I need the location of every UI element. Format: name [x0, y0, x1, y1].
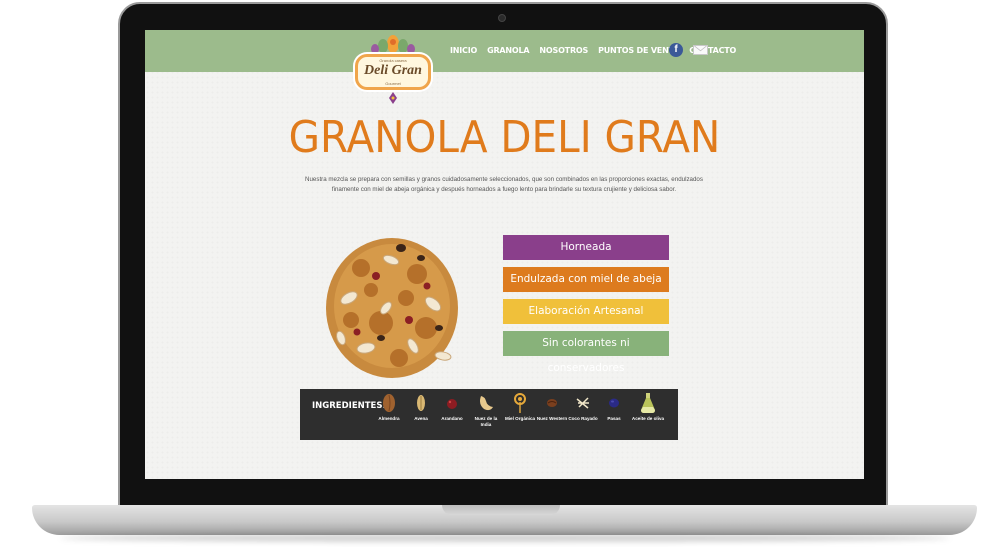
feature-artesanal: Elaboración Artesanal: [503, 299, 669, 324]
feature-endulzada: Endulzada con miel de abeja: [503, 267, 669, 292]
mail-icon[interactable]: [693, 45, 708, 55]
feature-sin-colorantes: Sin colorantes ni conservadores: [503, 331, 669, 374]
site-logo[interactable]: Granola casera Deli Gran Gourmet: [351, 32, 435, 110]
almond-icon: [383, 394, 395, 412]
ingredient-name: Arandano: [441, 416, 463, 421]
honey-icon: [514, 393, 526, 413]
raisin-icon: [609, 398, 619, 408]
ingredient-name: Nuez Western: [536, 416, 568, 421]
logo-sub-text: Gourmet: [385, 81, 401, 86]
laptop-notch: [442, 505, 560, 515]
granola-image: [326, 238, 458, 378]
nav-item-inicio[interactable]: INICIO: [450, 46, 477, 55]
olive-oil-icon: [641, 393, 655, 413]
ingredient-name: Almendra: [378, 416, 400, 421]
oat-icon: [417, 395, 425, 411]
nav-item-granola[interactable]: GRANOLA: [487, 46, 530, 55]
cashew-icon: [480, 396, 493, 411]
ingredient-miel: Miel Orgánica: [503, 392, 537, 422]
website-screen: Granola casera Deli Gran Gourmet INICIO …: [145, 30, 864, 479]
ingredient-name: Pasas: [607, 416, 621, 421]
logo-name: Deli Gran: [364, 63, 422, 78]
ingredient-nuez-india: Nuez de la India: [469, 392, 503, 427]
laptop-shadow: [60, 534, 950, 542]
cranberry-icon: [447, 399, 457, 409]
laptop-mockup: Granola casera Deli Gran Gourmet INICIO …: [0, 0, 1000, 547]
logo-ornament-icon: [371, 35, 415, 54]
ingredient-name: Avena: [414, 416, 428, 421]
page-title: GRANOLA DELI GRAN: [288, 112, 721, 163]
ingredient-aceite: Aceite de oliva: [631, 392, 665, 422]
feature-list: Horneada Endulzada con miel de abeja Ela…: [503, 235, 669, 374]
ingredient-pasas: Pasas: [597, 392, 631, 422]
ingredient-name: Nuez de la India: [474, 416, 498, 427]
ingredient-avena: Avena: [404, 392, 438, 422]
nav-item-nosotros[interactable]: NOSOTROS: [539, 46, 588, 55]
intro-paragraph: Nuestra mezcla se prepara con semillas y…: [305, 176, 703, 193]
ingredient-almendra: Almendra: [372, 392, 406, 422]
ingredient-arandano: Arandano: [435, 392, 469, 422]
coconut-icon: [576, 397, 589, 409]
logo-drop-icon: [389, 92, 397, 104]
feature-horneada: Horneada: [503, 235, 669, 260]
ingredient-name: Aceite de oliva: [631, 416, 665, 421]
facebook-icon[interactable]: f: [669, 43, 683, 57]
walnut-icon: [547, 399, 557, 407]
ingredient-nuez-western: Nuez Western: [535, 392, 569, 422]
ingredient-name: Miel Orgánica: [504, 416, 536, 421]
ingredient-name: Coco Rayado: [568, 416, 598, 421]
ingredients-bar: INGREDIENTES: Almendra Avena Arandano Nu…: [300, 389, 678, 440]
nav-item-puntos-de-venta[interactable]: PUNTOS DE VENTA: [598, 46, 679, 55]
camera-icon: [498, 14, 506, 22]
ingredient-coco: Coco Rayado: [566, 392, 600, 422]
